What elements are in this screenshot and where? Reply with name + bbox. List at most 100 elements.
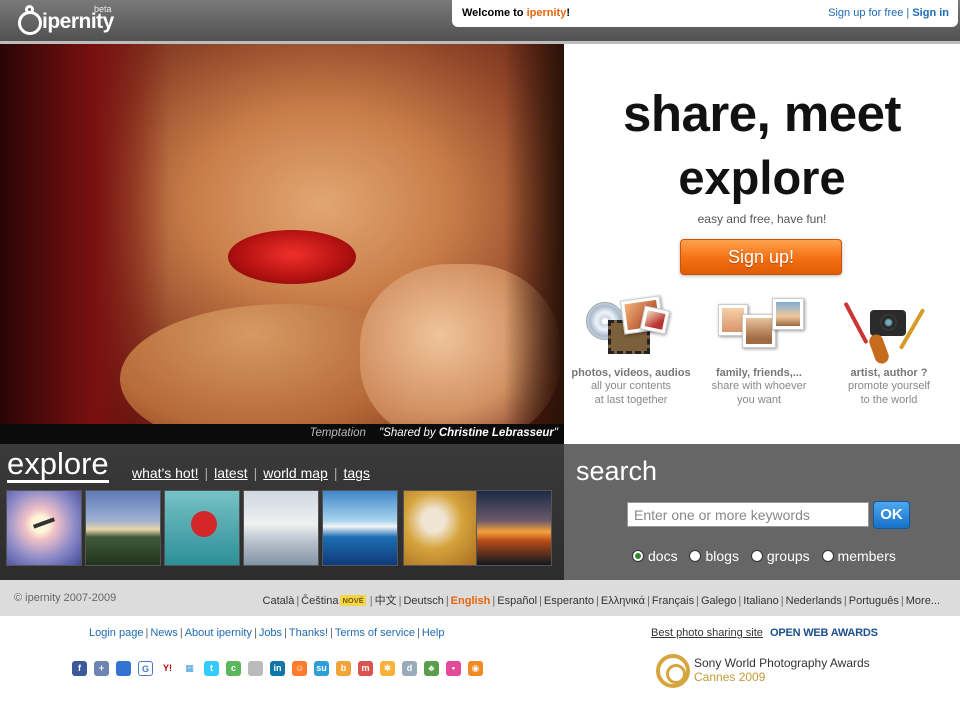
- photo-title[interactable]: Temptation: [309, 427, 365, 439]
- signup-button[interactable]: Sign up!: [680, 239, 842, 275]
- bottom-area: Login page | News | About ipernity | Jobs | Than…: [0, 616, 960, 720]
- radio-icon[interactable]: [750, 550, 763, 562]
- thanks-link[interactable]: Thanks!: [289, 627, 328, 639]
- welcome-box: Welcome to ipernity! Sign up for free | …: [452, 0, 958, 27]
- jobs-link[interactable]: Jobs: [259, 627, 282, 639]
- explore-title[interactable]: explore: [7, 448, 109, 483]
- latest-link[interactable]: latest: [214, 465, 247, 481]
- option-blogs[interactable]: blogs: [689, 548, 739, 564]
- lang-link[interactable]: Galego: [701, 595, 736, 607]
- flickr-icon[interactable]: •: [446, 661, 461, 676]
- lang-link-current[interactable]: English: [451, 595, 491, 607]
- photo-author[interactable]: Christine Lebrasseur: [439, 427, 554, 439]
- lang-link[interactable]: Esperanto: [544, 595, 594, 607]
- thumbnail[interactable]: [322, 490, 398, 566]
- logo-ring-icon: [18, 11, 42, 35]
- account-links: Sign up for free | Sign in: [828, 7, 949, 19]
- sony-awards-logo-icon[interactable]: [656, 654, 690, 688]
- linkedin-icon[interactable]: in: [270, 661, 285, 676]
- digg-icon[interactable]: d: [402, 661, 417, 676]
- media-icon: [566, 294, 696, 364]
- lang-link[interactable]: Español: [497, 595, 537, 607]
- lang-link[interactable]: Português: [849, 595, 899, 607]
- thumbnail[interactable]: [243, 490, 319, 566]
- login-page-link[interactable]: Login page: [89, 627, 143, 639]
- news-link[interactable]: News: [150, 627, 178, 639]
- logo-dot-icon: [25, 5, 34, 14]
- share-icon[interactable]: +: [94, 661, 109, 676]
- messenger-icon[interactable]: c: [226, 661, 241, 676]
- option-groups[interactable]: groups: [750, 548, 810, 564]
- option-label: groups: [766, 548, 810, 564]
- feature-line: you want: [736, 394, 782, 406]
- netvibes-icon[interactable]: ✱: [380, 661, 395, 676]
- help-link[interactable]: Help: [422, 627, 445, 639]
- search-title: search: [576, 456, 658, 486]
- lang-link[interactable]: Ελληνικά: [601, 595, 645, 607]
- separator: |: [253, 465, 258, 481]
- twitter-icon[interactable]: t: [204, 661, 219, 676]
- whats-hot-link[interactable]: what's hot!: [132, 465, 199, 481]
- radio-icon[interactable]: [689, 550, 702, 562]
- lang-link[interactable]: Català: [263, 595, 295, 607]
- thumbnail[interactable]: [6, 490, 82, 566]
- windows-icon[interactable]: ▦: [182, 661, 197, 676]
- search-ok-button[interactable]: OK: [873, 501, 910, 529]
- myspace-icon[interactable]: m: [358, 661, 373, 676]
- about-link[interactable]: About ipernity: [185, 627, 252, 639]
- lang-link[interactable]: 中文: [375, 595, 397, 607]
- tags-link[interactable]: tags: [343, 465, 369, 481]
- signin-link[interactable]: Sign in: [912, 7, 949, 19]
- blogger-icon[interactable]: b: [336, 661, 351, 676]
- stumbleupon-icon[interactable]: su: [314, 661, 329, 676]
- footer-bar: © ipernity 2007-2009 Català | Čeština NOVÉ |…: [0, 580, 960, 616]
- option-members[interactable]: members: [821, 548, 896, 564]
- featured-photo[interactable]: Temptation "Shared by Christine Lebrasse…: [0, 44, 564, 444]
- feature-artist: artist, author ? promote yourself to the…: [824, 294, 954, 407]
- radio-icon[interactable]: [821, 550, 834, 562]
- option-label: blogs: [705, 548, 739, 564]
- option-label: docs: [648, 548, 678, 564]
- yahoo-icon[interactable]: Y!: [160, 661, 175, 676]
- feature-title: photos, videos, audios: [571, 367, 691, 379]
- ipernity-logo[interactable]: ipernity beta: [14, 4, 116, 38]
- delicious-icon[interactable]: [116, 661, 131, 676]
- feature-social: family, friends,... share with whoever y…: [694, 294, 824, 407]
- lang-link[interactable]: Français: [652, 595, 694, 607]
- best-photo-site-link[interactable]: Best photo sharing site: [651, 627, 763, 639]
- reddit-icon[interactable]: ☺: [292, 661, 307, 676]
- facebook-icon[interactable]: f: [72, 661, 87, 676]
- photo-card-icon: [639, 305, 671, 335]
- photo-card-icon: [742, 314, 776, 348]
- feature-line: share with whoever: [711, 380, 807, 392]
- feature-line: to the world: [860, 394, 918, 406]
- headline-line-2: explore: [678, 151, 846, 204]
- feature-media: photos, videos, audios all your contents…: [566, 294, 696, 407]
- sony-award-subtitle: Cannes 2009: [694, 670, 766, 684]
- lang-link[interactable]: Italiano: [743, 595, 778, 607]
- welcome-suffix: !: [566, 7, 570, 19]
- world-map-link[interactable]: world map: [263, 465, 328, 481]
- google-icon[interactable]: G: [138, 661, 153, 676]
- header: ipernity beta Welcome to ipernity! Sign …: [0, 0, 960, 44]
- open-web-awards-logo[interactable]: OPEN WEB AWARDS: [770, 627, 878, 639]
- option-docs[interactable]: docs: [632, 548, 678, 564]
- signup-free-link[interactable]: Sign up for free: [828, 7, 903, 19]
- thumbnail[interactable]: [85, 490, 161, 566]
- lang-link[interactable]: Deutsch: [403, 595, 443, 607]
- evernote-icon[interactable]: ♣: [424, 661, 439, 676]
- thumbnail[interactable]: [403, 490, 479, 566]
- bookmark-icon[interactable]: [248, 661, 263, 676]
- radio-selected-icon[interactable]: [632, 550, 644, 562]
- thumbnail[interactable]: [476, 490, 552, 566]
- search-input[interactable]: [627, 502, 869, 527]
- lang-link[interactable]: Čeština: [301, 595, 338, 607]
- tagline-subline: easy and free, have fun!: [697, 212, 827, 226]
- thumbnail[interactable]: [164, 490, 240, 566]
- photo-caption: Temptation "Shared by Christine Lebrasse…: [0, 424, 564, 444]
- terms-link[interactable]: Terms of service: [335, 627, 415, 639]
- lang-link[interactable]: Nederlands: [786, 595, 842, 607]
- rss-icon[interactable]: ◉: [468, 661, 483, 676]
- sony-award-title[interactable]: Sony World Photography Awards: [694, 656, 870, 670]
- more-languages-link[interactable]: More...: [906, 595, 940, 607]
